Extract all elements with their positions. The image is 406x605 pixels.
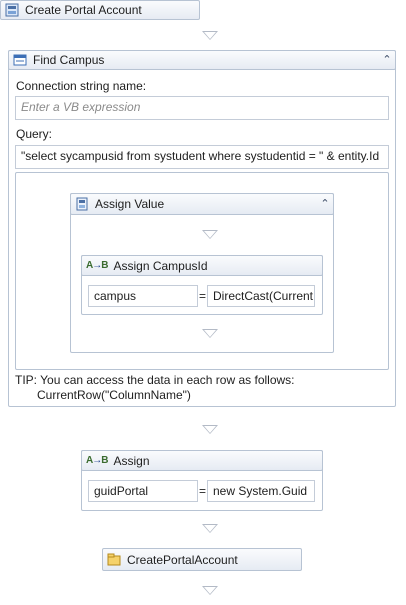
- ab-assign-icon: A→B: [86, 455, 108, 466]
- assign-campusid-title: Assign CampusId: [113, 258, 208, 273]
- sequence-header[interactable]: Create Portal Account: [0, 0, 200, 20]
- assign-equals-sign: =: [199, 289, 207, 303]
- campus-value-field[interactable]: DirectCast(Current: [207, 285, 315, 307]
- sequence-title: Create Portal Account: [25, 3, 142, 17]
- query-label: Query:: [16, 127, 53, 141]
- ab-assign-icon: A→B: [86, 260, 108, 271]
- assign-value-icon: [75, 197, 89, 211]
- query-field[interactable]: "select sycampusid from systudent where …: [15, 145, 389, 169]
- assign-value-title: Assign Value: [95, 197, 165, 211]
- assign-campusid-header[interactable]: A→B Assign CampusId: [81, 255, 323, 276]
- tip-line-1: TIP: You can access the data in each row…: [15, 373, 295, 387]
- connection-string-field[interactable]: Enter a VB expression: [15, 96, 389, 120]
- find-campus-title: Find Campus: [33, 53, 105, 67]
- campus-target-field[interactable]: campus: [88, 285, 198, 307]
- workflow-sequence-icon: [5, 3, 19, 17]
- assign-value-header[interactable]: Assign Value: [70, 193, 334, 215]
- tip-line-2: CurrentRow("ColumnName"): [37, 388, 191, 402]
- connection-string-label: Connection string name:: [16, 79, 147, 93]
- guid-target-field[interactable]: guidPortal: [88, 480, 198, 502]
- assign-equals-sign: =: [199, 484, 207, 498]
- double-chevron-up-icon[interactable]: ⌃: [318, 197, 332, 211]
- database-query-icon: [13, 53, 27, 67]
- find-campus-header[interactable]: Find Campus: [8, 50, 396, 70]
- double-chevron-up-icon[interactable]: ⌃: [380, 53, 394, 67]
- connection-string-placeholder: Enter a VB expression: [21, 100, 141, 114]
- assign-guid-header[interactable]: A→B Assign: [81, 450, 323, 471]
- create-portal-title: CreatePortalAccount: [127, 552, 238, 567]
- guid-value-field[interactable]: new System.Guid: [207, 480, 315, 502]
- assign-guid-title: Assign: [113, 453, 150, 468]
- custom-activity-icon: [107, 553, 121, 567]
- create-portal-activity[interactable]: CreatePortalAccount: [102, 548, 302, 571]
